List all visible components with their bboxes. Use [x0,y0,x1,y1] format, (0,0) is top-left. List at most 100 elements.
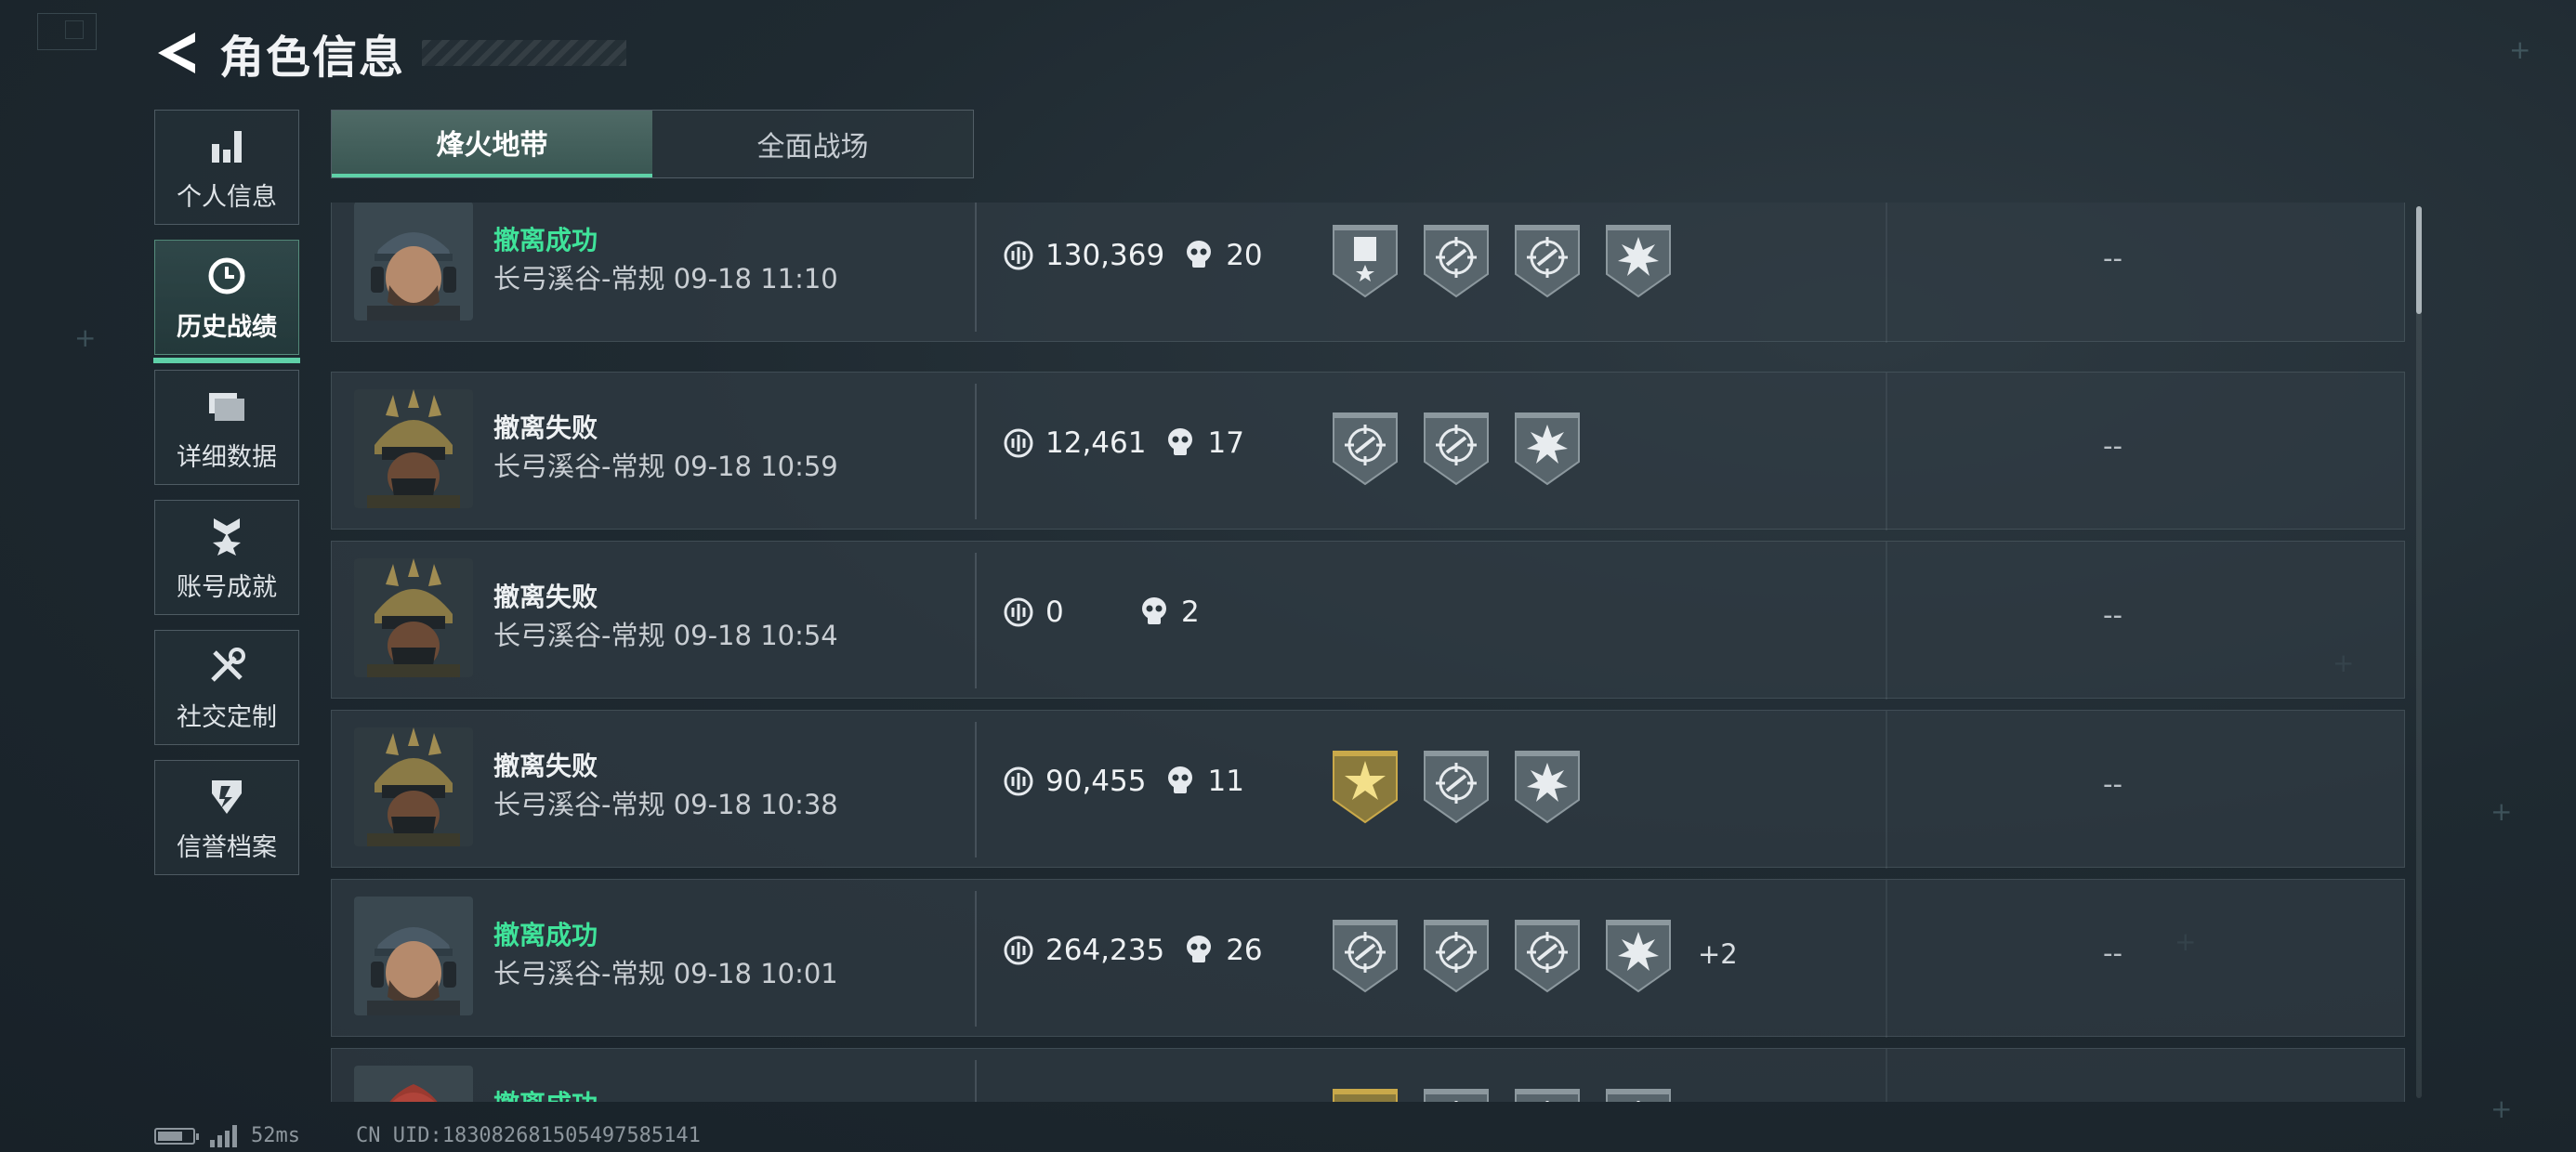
kill-count-text: 26 [1226,934,1263,967]
explosion-badge-icon[interactable] [1603,220,1674,298]
tools-icon [211,647,245,682]
match-date: 09-18 [673,958,752,989]
sidebar-item-achievements[interactable]: 账号成就 [154,500,299,615]
match-result: 撤离成功 [493,920,598,950]
match-result: 撤离成功 [493,1084,598,1102]
match-date: 09-18 [673,789,752,820]
ping-text: 52ms [251,1124,300,1147]
skull-icon [1168,766,1193,793]
sidebar: 个人信息 历史战绩 详细数据 账号成就 社交定制 信誉档案 [153,110,300,890]
match-date: 09-18 [673,263,752,295]
kill-count-text: 20 [1226,239,1263,272]
match-row[interactable]: 撤离成功 长弓溪谷-常规 09-18 11:10 130,369 20 -- [331,203,2405,343]
match-time: 11:10 [760,263,838,295]
badge-list [1330,220,1694,298]
mode-tabs: 烽火地带 全面战场 [331,110,974,178]
match-info: 长弓溪谷-常规 09-18 11:10 [493,257,838,296]
loot-value-text: 0 [1045,596,1064,629]
gold-star-badge-icon[interactable] [1330,746,1400,824]
match-row[interactable]: 撤离失败 长弓溪谷-常规 09-18 10:59 12,461 17 -- [331,372,2405,530]
column-divider [975,203,977,332]
column-divider [1886,373,1887,530]
back-button[interactable] [149,25,204,81]
match-date: 09-18 [673,451,752,482]
column-divider [975,1060,977,1102]
match-row[interactable]: 撤离成功 长弓溪谷-常规 09-18 10:01 264,235 26 +2 -- [331,879,2405,1038]
loot-value: 12,461 [1003,426,1146,460]
column-divider [1886,880,1887,1038]
rifle-target-badge-icon[interactable] [1330,915,1400,993]
tab-warzone[interactable]: 烽火地带 [332,111,652,177]
sidebar-item-credit-record[interactable]: 信誉档案 [154,760,299,875]
clipboard-star-badge-icon[interactable] [1330,220,1400,298]
badge-list [1330,408,1603,486]
match-row[interactable]: 撤离失败 长弓溪谷-常规 09-18 10:54 0 2 -- [331,541,2405,700]
column-divider [1886,711,1887,869]
skull-icon [1187,241,1212,268]
kill-count-text: 11 [1207,765,1244,798]
rifle-target-badge-icon[interactable] [1421,746,1492,824]
rifle-target-badge-icon[interactable] [1421,1084,1492,1102]
operator-avatar [354,389,473,508]
missile-target-badge-icon[interactable] [1421,915,1492,993]
match-rating: -- [2103,430,2123,462]
map-name: 长弓溪谷-常规 [493,263,665,295]
sidebar-item-label: 信誉档案 [177,832,277,862]
skull-icon [1168,428,1193,455]
coin-icon [1004,766,1033,796]
match-rating: -- [2103,242,2123,274]
coin-icon [1004,597,1033,627]
kill-count: 11 [1166,765,1244,798]
map-name: 长弓溪谷-常规 [493,620,665,651]
explosion-badge-icon[interactable] [1512,408,1583,486]
explosion-badge-icon[interactable] [1512,746,1583,824]
badge-list: +2 [1330,1084,1738,1102]
match-rating: -- [2103,937,2123,969]
missile-target-badge-icon[interactable] [1512,1084,1583,1102]
rifle-target-badge-icon[interactable] [1421,220,1492,298]
column-divider [975,384,977,519]
page-title: 角色信息 [219,32,406,84]
skull-icon [1142,597,1166,624]
coin-icon [1004,428,1033,458]
skull-target-badge-icon[interactable] [1421,408,1492,486]
skull-icon [1187,936,1212,962]
page-header: 角色信息 [149,20,627,85]
match-info: 长弓溪谷-常规 09-18 10:59 [493,445,838,484]
scroll-thumb[interactable] [2416,206,2422,314]
sidebar-item-detailed-data[interactable]: 详细数据 [154,370,299,485]
column-divider [975,553,977,688]
column-divider [975,722,977,857]
column-divider [1886,203,1887,343]
scrollbar[interactable] [2416,206,2422,1098]
column-divider [1886,1049,1887,1102]
match-info: 长弓溪谷-常规 09-18 10:01 [493,952,838,991]
shield-icon [212,779,242,814]
gold-coin-badge-icon[interactable] [1330,1084,1400,1102]
skull-target-badge-icon[interactable] [1512,915,1583,993]
column-divider [1886,542,1887,700]
operator-avatar [354,558,473,677]
missile-target-badge-icon[interactable] [1330,408,1400,486]
missile-target-badge-icon[interactable] [1512,220,1583,298]
match-list: 撤离成功 长弓溪谷-常规 09-18 11:10 130,369 20 -- 撤离失败 长弓… [331,203,2405,1102]
explosion-badge-icon[interactable] [1603,915,1674,993]
signal-icon [210,1124,240,1147]
operator-avatar [354,203,473,321]
match-result: 撤离失败 [493,582,598,612]
tab-full-battlefield[interactable]: 全面战场 [652,111,973,177]
sidebar-item-label: 社交定制 [177,702,277,732]
coin-icon [1004,241,1033,270]
skull-target-badge-icon[interactable] [1603,1084,1674,1102]
sidebar-item-personal-info[interactable]: 个人信息 [154,110,299,225]
sidebar-item-social-custom[interactable]: 社交定制 [154,630,299,745]
kill-count: 26 [1185,934,1263,967]
match-row[interactable]: 撤离失败 长弓溪谷-常规 09-18 10:38 90,455 11 -- [331,710,2405,869]
more-badges-count[interactable]: +2 [1698,938,1738,970]
kill-count: 17 [1166,426,1244,460]
sidebar-item-match-history[interactable]: 历史战绩 [153,240,300,363]
match-row[interactable]: 撤离成功长弓溪谷-常规 09-17 23:481,051,15122+2-- [331,1048,2405,1102]
clock-icon [208,257,245,294]
operator-avatar [354,1066,473,1102]
match-time: 10:01 [760,958,838,989]
